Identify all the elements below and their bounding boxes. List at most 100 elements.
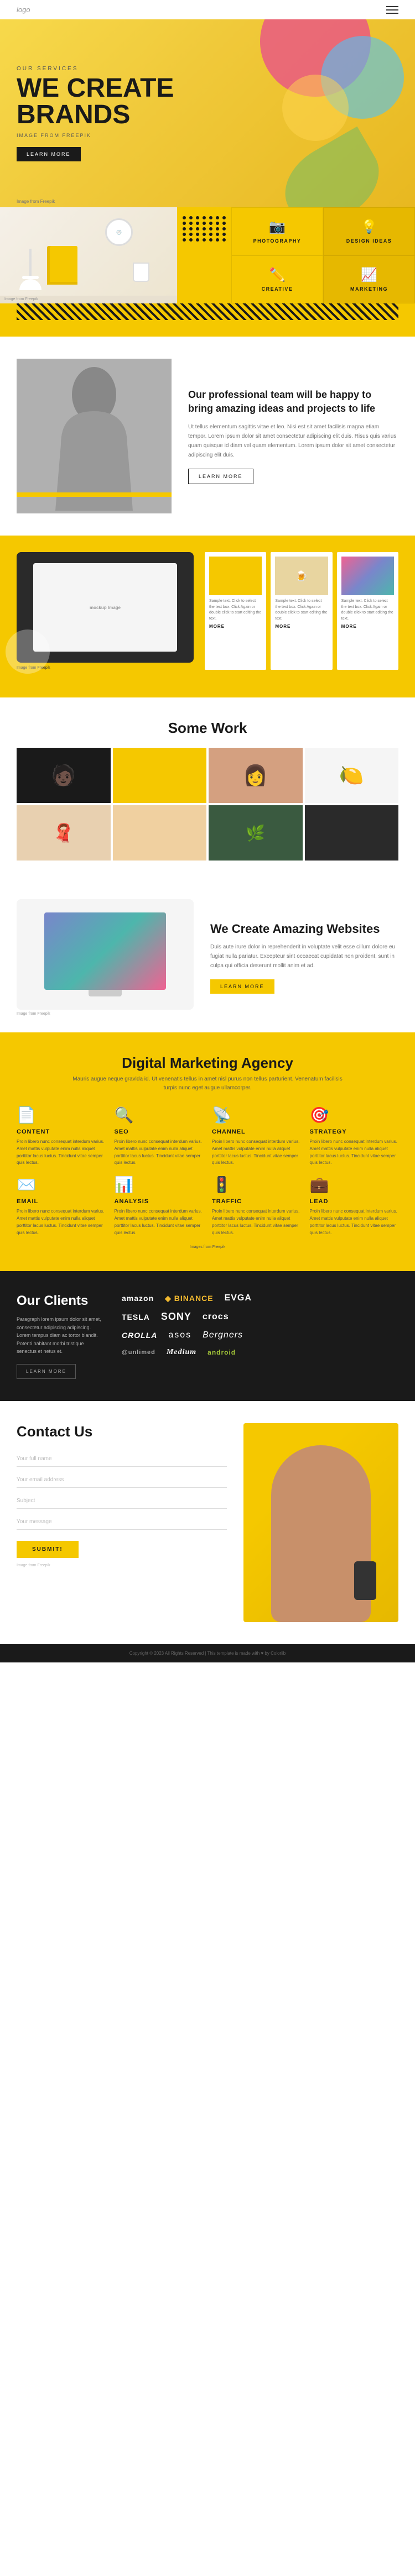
portfolio-top: mockup Image Image from Freepik Sample t… [17, 552, 398, 670]
name-input[interactable] [17, 1451, 227, 1467]
hero-subtitle: OUR SERVICES [17, 66, 174, 72]
sample-text-3: Sample text. Click to select the text bo… [341, 599, 394, 622]
amazing-cta-button[interactable]: LEARN MORE [210, 979, 274, 994]
marketing-item-lead: 💼 LEAD Proin libero nunc consequat inter… [310, 1176, 399, 1236]
desk-folder [50, 246, 77, 282]
menu-icon[interactable] [386, 6, 398, 14]
creative-label: CREATIVE [262, 286, 293, 292]
client-logo-evga: EVGA [225, 1293, 252, 1303]
contact-image-credit: Image from Freepik [17, 1564, 227, 1567]
hero-bg-shapes [216, 19, 415, 207]
client-logo-crolla: CROLLA [122, 1331, 157, 1340]
services-mockup: 🕐 [0, 207, 177, 296]
contact-title: Contact Us [17, 1423, 227, 1440]
hero-content: OUR SERVICES WE CREATEBRANDS IMAGE FROM … [17, 66, 174, 161]
sample-more-1[interactable]: MORE [209, 624, 262, 629]
amazing-text: Duis aute irure dolor in reprehenderit i… [210, 942, 398, 970]
work-title: Some Work [17, 720, 398, 737]
amazing-section: Image from Freepik We Create Amazing Web… [0, 883, 415, 1032]
woman-photo [17, 359, 172, 513]
amazing-content: We Create Amazing Websites Duis aute iru… [210, 921, 398, 994]
services-image-area: 🕐 Image from Freepik [0, 207, 177, 303]
message-input[interactable] [17, 1514, 227, 1530]
footer: Copyright © 2023 All Rights Reserved | T… [0, 1644, 415, 1662]
seo-icon: 🔍 [115, 1106, 204, 1124]
lamp-base [22, 276, 39, 279]
sample-text-2: Sample text. Click to select the text bo… [275, 599, 328, 622]
work-section: Some Work 🧑🏿 👩 🍋 🧣 🌿 [0, 697, 415, 883]
services-top: 🕐 Image from Freepik [0, 207, 415, 303]
about-content: Our professional team will be happy to b… [188, 388, 398, 484]
marketing-item-seo: 🔍 SEO Proin libero nunc consequat interd… [115, 1106, 204, 1167]
monitor-screen [44, 912, 166, 990]
service-item-marketing: 📈 MARKETING [323, 255, 415, 303]
portfolio-laptop-wrapper: mockup Image Image from Freepik [17, 552, 194, 670]
client-logo-amazon: amazon [122, 1294, 154, 1303]
hero-title: WE CREATEBRANDS [17, 75, 174, 128]
about-learn-more-button[interactable]: LEARN MORE [188, 469, 253, 484]
sample-more-2[interactable]: MORE [275, 624, 328, 629]
laptop-screen: mockup Image [33, 563, 177, 652]
email-input[interactable] [17, 1472, 227, 1488]
lamp-head [19, 279, 42, 290]
client-logo-android: android [208, 1349, 236, 1356]
creative-icon: ✏️ [269, 267, 286, 283]
clients-cta-button[interactable]: LEARN MORE [17, 1364, 76, 1379]
work-grid: 🧑🏿 👩 🍋 🧣 🌿 [17, 748, 398, 861]
services-section: 🕐 Image from Freepik [0, 207, 415, 337]
subject-input[interactable] [17, 1493, 227, 1509]
amazing-image-area: Image from Freepik [17, 899, 194, 1016]
work-cell-7: 🌿 [209, 805, 303, 861]
footer-copyright: Copyright © 2023 All Rights Reserved | T… [129, 1651, 286, 1656]
about-img-background [17, 359, 172, 513]
form-field-message [17, 1514, 227, 1530]
channel-icon: 📡 [212, 1106, 301, 1124]
content-icon: 📄 [17, 1106, 106, 1124]
nav-logo: logo [17, 6, 30, 14]
client-logo-crocs: crocs [203, 1312, 229, 1322]
client-logo-unlimed: @unlimed [122, 1349, 155, 1356]
amazing-image-credit: Image from Freepik [17, 1012, 194, 1016]
design-label: DESIGN IDEAS [346, 238, 392, 244]
sample-more-3[interactable]: MORE [341, 624, 394, 629]
sample-img-2: 🍺 [275, 557, 328, 595]
client-logo-binance: ◆ BINANCE [165, 1294, 213, 1303]
marketing-item-content: 📄 CONTENT Proin libero nunc consequat in… [17, 1106, 106, 1167]
menu-line1 [386, 6, 398, 7]
marketing-section: Digital Marketing Agency Mauris augue ne… [0, 1032, 415, 1271]
client-logo-bergner: Bergners [203, 1330, 243, 1340]
work-cell-6 [113, 805, 207, 861]
email-icon: ✉️ [17, 1176, 106, 1194]
work-cell-2 [113, 748, 207, 803]
contact-woman-image [243, 1423, 398, 1622]
work-cell-4: 🍋 [305, 748, 399, 803]
about-text: Ut tellus elementum sagittis vitae et le… [188, 422, 398, 460]
hero-section: OUR SERVICES WE CREATEBRANDS IMAGE FROM … [0, 19, 415, 207]
clients-section: Our Clients Paragraph lorem ipsum dolor … [0, 1271, 415, 1401]
sample-card-3: Sample text. Click to select the text bo… [337, 552, 398, 670]
email-title: EMAIL [17, 1198, 106, 1205]
contact-form-area: Contact Us SUBMIT! Image from Freepik [17, 1423, 227, 1567]
clients-logo-row-2: TESLA SONY crocs [122, 1311, 398, 1323]
menu-line3 [386, 13, 398, 14]
client-logo-asos: asos [168, 1330, 191, 1340]
traffic-text: Proin libero nunc consequat interdum var… [212, 1208, 301, 1236]
work-cell-3: 👩 [209, 748, 303, 803]
hero-leaf [271, 127, 393, 207]
traffic-icon: 🚦 [212, 1176, 301, 1194]
desk-clock: 🕐 [105, 218, 133, 246]
photography-icon: 📷 [269, 219, 286, 235]
lead-title: LEAD [310, 1198, 399, 1205]
marketing-grid: 📄 CONTENT Proin libero nunc consequat in… [17, 1106, 398, 1236]
sample-img-1 [209, 557, 262, 595]
service-item-creative: ✏️ CREATIVE [231, 255, 323, 303]
hero-cta-button[interactable]: LEARN MORE [17, 147, 81, 161]
sample-card-1: Sample text. Click to select the text bo… [205, 552, 266, 670]
client-logo-medium: Medium [167, 1348, 196, 1357]
marketing-subtitle: Mauris augue neque gravida id. Ut venena… [69, 1075, 346, 1093]
monitor-stand [89, 990, 122, 996]
marketing-item-traffic: 🚦 TRAFFIC Proin libero nunc consequat in… [212, 1176, 301, 1236]
submit-button[interactable]: SUBMIT! [17, 1541, 79, 1558]
form-field-name [17, 1451, 227, 1467]
marketing-item-analysis: 📊 ANALYSIS Proin libero nunc consequat i… [115, 1176, 204, 1236]
